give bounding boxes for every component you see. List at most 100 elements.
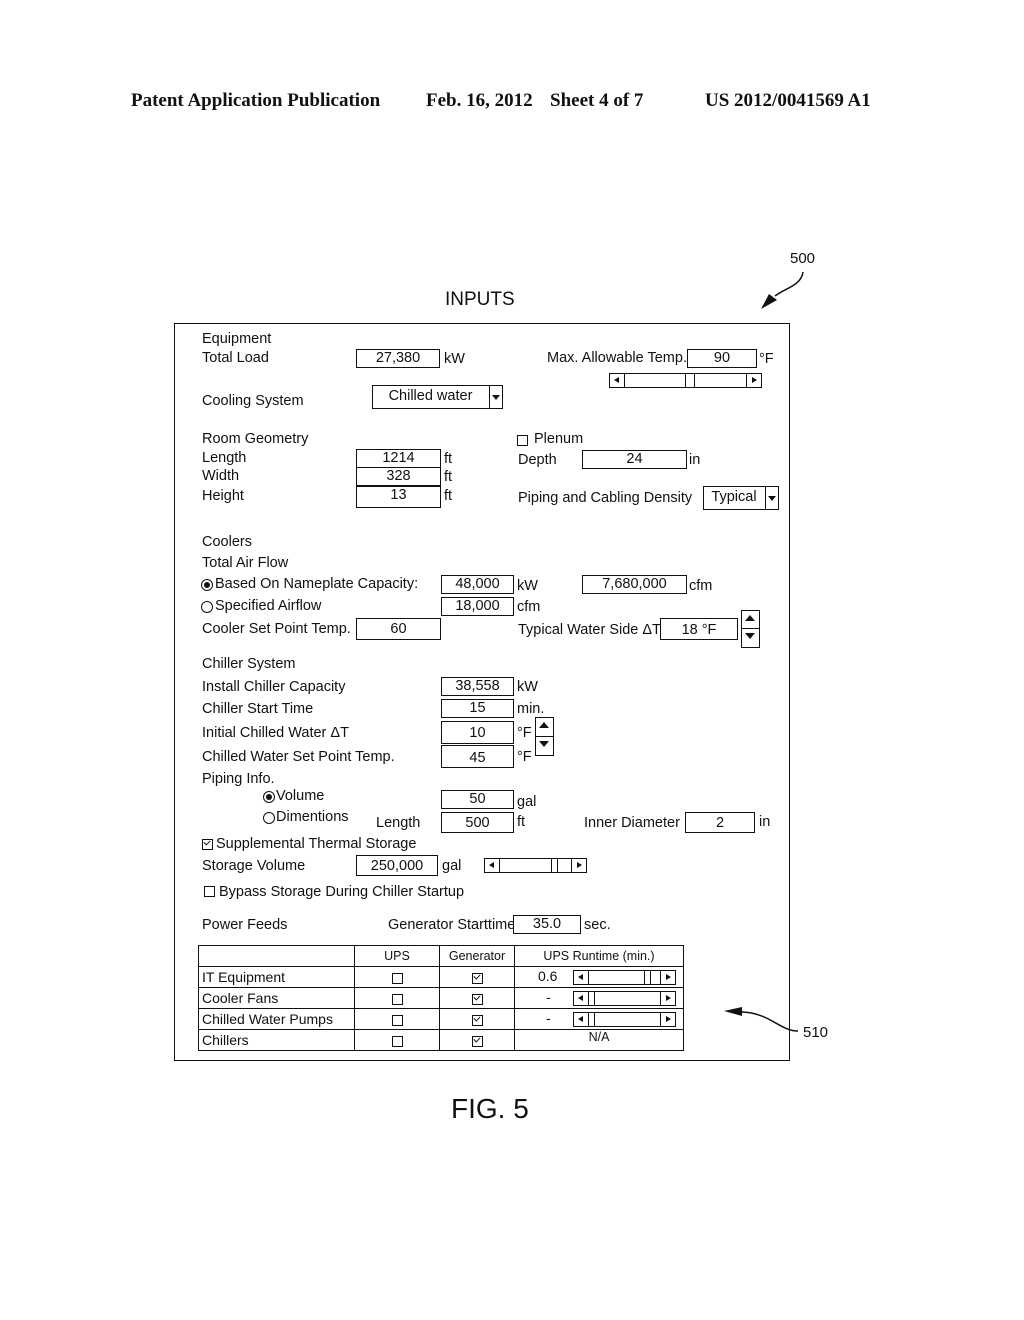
max-temp-slider[interactable] [609,373,762,388]
initial-dt-input[interactable]: 10 [441,721,514,744]
slider-thumb[interactable] [588,1013,595,1026]
dimensions-label: Dimentions [276,809,349,825]
chiller-start-unit: min. [517,701,545,717]
ups-runtime-slider[interactable] [573,970,676,985]
bypass-storage-checkbox[interactable] [204,886,215,897]
chw-setpoint-input[interactable]: 45 [441,745,514,768]
ups-runtime-value: 0.6 [538,968,558,984]
scroll-right-icon[interactable] [746,374,761,387]
ups-checkbox[interactable] [391,993,403,1005]
storage-volume-unit: gal [442,858,462,874]
length-input[interactable]: 1214 [356,449,441,468]
column-header-ups-runtime: UPS Runtime (min.) [514,945,684,967]
scroll-right-icon[interactable] [660,971,675,984]
spin-up-icon[interactable] [742,611,759,629]
nameplate-radio[interactable] [201,579,213,591]
spin-down-icon[interactable] [536,737,553,756]
room-geometry-section-label: Room Geometry [202,431,309,447]
chevron-down-icon[interactable] [765,487,778,509]
scroll-left-icon[interactable] [574,971,589,984]
slider-thumb[interactable] [551,859,558,872]
ups-runtime-slider[interactable] [573,991,676,1006]
slider-thumb[interactable] [685,374,695,387]
volume-radio[interactable] [263,791,275,803]
ups-runtime-slider[interactable] [573,1012,676,1027]
column-header-ups: UPS [354,945,440,967]
piping-volume-input[interactable]: 50 [441,790,514,809]
table-row: IT Equipment 0.6 [198,966,684,988]
chevron-down-icon[interactable] [489,386,502,408]
reference-numeral-500: 500 [790,250,816,267]
specified-airflow-radio[interactable] [201,601,213,613]
scroll-left-icon[interactable] [574,992,589,1005]
generator-checkbox[interactable] [471,972,483,984]
height-label: Height [202,488,244,504]
width-input[interactable]: 328 [356,467,441,486]
chiller-start-input[interactable]: 15 [441,699,514,718]
density-select[interactable]: Typical [703,486,779,510]
length-unit: ft [444,451,453,467]
chiller-start-label: Chiller Start Time [202,701,314,717]
ups-checkbox[interactable] [391,1014,403,1026]
publication-date: Feb. 16, 2012 [426,90,533,111]
water-side-dt-input[interactable]: 18 °F [660,618,738,640]
water-side-dt-spinner[interactable] [741,610,760,648]
scroll-right-icon[interactable] [571,859,586,872]
ups-checkbox[interactable] [391,1035,403,1047]
scroll-left-icon[interactable] [610,374,625,387]
spin-up-icon[interactable] [536,718,553,737]
scroll-left-icon[interactable] [485,859,500,872]
plenum-checkbox[interactable] [517,435,528,446]
supplemental-storage-label: Supplemental Thermal Storage [216,836,417,852]
cooler-setpoint-input[interactable]: 60 [356,618,441,640]
initial-dt-spinner[interactable] [535,717,554,756]
slider-thumb[interactable] [588,992,595,1005]
piping-length-input[interactable]: 500 [441,812,514,833]
specified-airflow-input[interactable]: 18,000 [441,597,514,616]
storage-volume-label: Storage Volume [202,858,306,874]
depth-unit: in [689,452,701,468]
ups-checkbox[interactable] [391,972,403,984]
slider-thumb[interactable] [644,971,651,984]
generator-starttime-input[interactable]: 35.0 [513,915,581,934]
storage-volume-input[interactable]: 250,000 [356,855,438,876]
power-feeds-table: UPS Generator UPS Runtime (min.) IT Equi… [198,945,684,1051]
generator-checkbox[interactable] [471,993,483,1005]
table-row: Chilled Water Pumps - [198,1008,684,1030]
table-row: Cooler Fans - [198,987,684,1009]
piping-volume-unit: gal [517,794,537,810]
generator-starttime-unit: sec. [584,917,611,933]
spin-down-icon[interactable] [742,629,759,647]
scroll-left-icon[interactable] [574,1013,589,1026]
equipment-section-label: Equipment [202,331,272,347]
inner-diameter-input[interactable]: 2 [685,812,755,833]
water-side-dt-label: Typical Water Side ΔT [518,622,661,638]
piping-length-unit: ft [517,814,526,830]
nameplate-input[interactable]: 48,000 [441,575,514,594]
dimensions-radio[interactable] [263,812,275,824]
scroll-right-icon[interactable] [660,1013,675,1026]
max-temp-input[interactable]: 90 [687,349,757,368]
storage-volume-slider[interactable] [484,858,587,873]
coolers-section-label: Coolers [202,534,252,550]
width-unit: ft [444,469,453,485]
chiller-capacity-input[interactable]: 38,558 [441,677,514,696]
density-value: Typical [711,489,757,505]
total-load-input[interactable]: 27,380 [356,349,440,368]
chiller-system-section-label: Chiller System [202,656,296,672]
column-header-generator: Generator [439,945,515,967]
row-name: Chilled Water Pumps [198,1008,355,1030]
cooling-system-select[interactable]: Chilled water [372,385,503,409]
generator-checkbox[interactable] [471,1014,483,1026]
plenum-label: Plenum [534,431,584,447]
scroll-right-icon[interactable] [660,992,675,1005]
length-label: Length [202,450,247,466]
piping-info-label: Piping Info. [202,771,275,787]
generator-checkbox[interactable] [471,1035,483,1047]
height-input[interactable]: 13 [356,486,441,508]
depth-input[interactable]: 24 [582,450,687,469]
supplemental-storage-checkbox[interactable] [202,839,213,850]
generator-starttime-label: Generator Starttime [388,917,516,933]
ups-runtime-value: N/A [514,1029,684,1051]
ups-runtime-value: - [546,989,551,1005]
